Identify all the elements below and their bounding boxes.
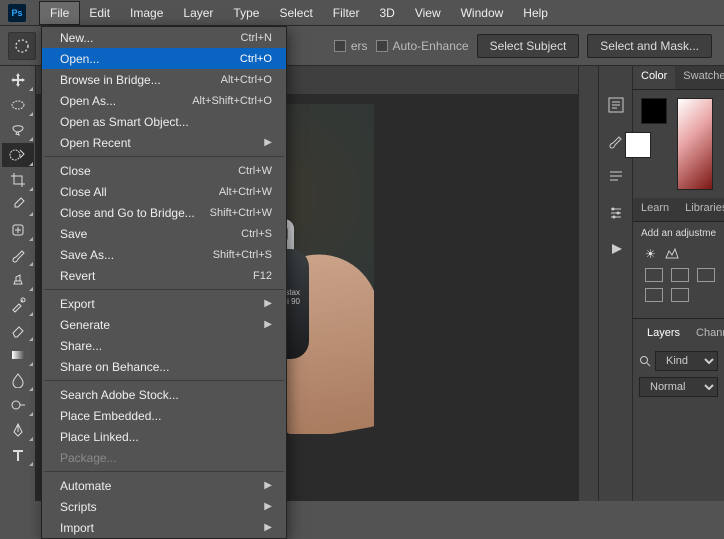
file-menu-open-as[interactable]: Open As...Alt+Shift+Ctrl+O [42, 90, 286, 111]
tab-layers[interactable]: Layers [639, 323, 688, 347]
right-panel-column: Color Swatche Learn Libraries Add an adj… [632, 66, 724, 501]
file-menu-place-embedded[interactable]: Place Embedded... [42, 405, 286, 426]
ps-logo: Ps [8, 4, 26, 22]
color-panel-tabs: Color Swatche [633, 66, 724, 90]
auto-enhance-checkbox[interactable]: Auto-Enhance [376, 39, 469, 53]
file-menu-import[interactable]: Import▶ [42, 517, 286, 538]
pen-tool[interactable] [2, 418, 34, 442]
play-panel-icon[interactable] [605, 238, 627, 260]
learn-panel-tabs: Learn Libraries [633, 198, 724, 222]
tab-color[interactable]: Color [633, 66, 675, 89]
adjust-icon-2[interactable] [671, 268, 689, 282]
select-and-mask-button[interactable]: Select and Mask... [587, 34, 712, 58]
menu-item-filter[interactable]: Filter [323, 2, 370, 24]
file-menu-generate[interactable]: Generate▶ [42, 314, 286, 335]
menu-item-3d[interactable]: 3D [369, 2, 404, 24]
properties-panel-icon[interactable] [605, 202, 627, 224]
adjust-icon-5[interactable] [671, 288, 689, 302]
file-menu-close-and-go-to-bridge[interactable]: Close and Go to Bridge...Shift+Ctrl+W [42, 202, 286, 223]
crop-tool[interactable] [2, 168, 34, 192]
sample-all-layers-checkbox[interactable]: ers [334, 39, 368, 53]
quick-selection-tool[interactable] [2, 143, 34, 167]
tab-libraries[interactable]: Libraries [677, 198, 724, 221]
history-brush-tool[interactable] [2, 293, 34, 317]
adjustments-title: Add an adjustme [639, 228, 718, 239]
file-menu-new[interactable]: New...Ctrl+N [42, 27, 286, 48]
file-menu-place-linked[interactable]: Place Linked... [42, 426, 286, 447]
layer-filter-kind[interactable]: Kind [655, 351, 718, 371]
file-menu-search-adobe-stock[interactable]: Search Adobe Stock... [42, 384, 286, 405]
tab-channels[interactable]: Channel [688, 323, 724, 347]
file-menu-dropdown: New...Ctrl+NOpen...Ctrl+OBrowse in Bridg… [41, 26, 287, 539]
levels-icon[interactable] [664, 247, 680, 262]
eraser-tool[interactable] [2, 318, 34, 342]
menu-item-window[interactable]: Window [451, 2, 514, 24]
menubar: Ps FileEditImageLayerTypeSelectFilter3DV… [0, 0, 724, 26]
search-icon [639, 355, 651, 367]
file-menu-package: Package... [42, 447, 286, 468]
right-dock-collapse[interactable] [578, 66, 598, 501]
file-menu-close-all[interactable]: Close AllAlt+Ctrl+W [42, 181, 286, 202]
color-panel [633, 90, 724, 198]
menu-item-file[interactable]: File [40, 2, 79, 24]
menu-item-image[interactable]: Image [120, 2, 173, 24]
blend-mode-select[interactable]: Normal [639, 377, 718, 397]
file-menu-scripts[interactable]: Scripts▶ [42, 496, 286, 517]
file-menu-open[interactable]: Open...Ctrl+O [42, 48, 286, 69]
file-menu-share-on-behance[interactable]: Share on Behance... [42, 356, 286, 377]
clone-stamp-tool[interactable] [2, 268, 34, 292]
file-menu-export[interactable]: Export▶ [42, 293, 286, 314]
color-picker-field[interactable] [677, 98, 713, 190]
adjust-icon-4[interactable] [645, 288, 663, 302]
adjust-icon-3[interactable] [697, 268, 715, 282]
move-tool[interactable] [2, 68, 34, 92]
file-menu-open-as-smart-object[interactable]: Open as Smart Object... [42, 111, 286, 132]
file-menu-open-recent[interactable]: Open Recent▶ [42, 132, 286, 153]
file-menu-close[interactable]: CloseCtrl+W [42, 160, 286, 181]
gradient-tool[interactable] [2, 343, 34, 367]
adjust-icon-1[interactable] [645, 268, 663, 282]
menu-item-edit[interactable]: Edit [79, 2, 120, 24]
file-menu-share[interactable]: Share... [42, 335, 286, 356]
menu-item-layer[interactable]: Layer [173, 2, 223, 24]
tab-learn[interactable]: Learn [633, 198, 677, 221]
file-menu-save-as[interactable]: Save As...Shift+Ctrl+S [42, 244, 286, 265]
lasso-tool[interactable] [2, 118, 34, 142]
eyedropper-tool[interactable] [2, 193, 34, 217]
file-menu-revert[interactable]: RevertF12 [42, 265, 286, 286]
adjustments-panel: Add an adjustme ☀ [633, 222, 724, 318]
file-menu-browse-in-bridge[interactable]: Browse in Bridge...Alt+Ctrl+O [42, 69, 286, 90]
menu-item-type[interactable]: Type [223, 2, 269, 24]
brush-tool[interactable] [2, 243, 34, 267]
brightness-contrast-icon[interactable]: ☀ [645, 247, 656, 262]
layers-panel: Layers Channel Kind Normal [633, 318, 724, 401]
foreground-color-swatch[interactable] [641, 98, 667, 124]
file-menu-save[interactable]: SaveCtrl+S [42, 223, 286, 244]
file-menu-automate[interactable]: Automate▶ [42, 475, 286, 496]
blur-tool[interactable] [2, 368, 34, 392]
select-subject-button[interactable]: Select Subject [477, 34, 580, 58]
dodge-tool[interactable] [2, 393, 34, 417]
tab-swatches[interactable]: Swatche [675, 66, 724, 89]
toolbox [0, 66, 36, 501]
menu-item-help[interactable]: Help [513, 2, 558, 24]
menu-item-view[interactable]: View [405, 2, 451, 24]
type-tool[interactable] [2, 443, 34, 467]
history-panel-icon[interactable] [605, 94, 627, 116]
menu-item-select[interactable]: Select [269, 2, 322, 24]
marquee-tool[interactable] [2, 93, 34, 117]
active-tool-indicator[interactable] [8, 32, 36, 60]
paragraph-panel-icon[interactable] [605, 166, 627, 188]
brush-panel-icon[interactable] [605, 130, 627, 152]
background-color-swatch[interactable] [625, 132, 651, 158]
healing-brush-tool[interactable] [2, 218, 34, 242]
